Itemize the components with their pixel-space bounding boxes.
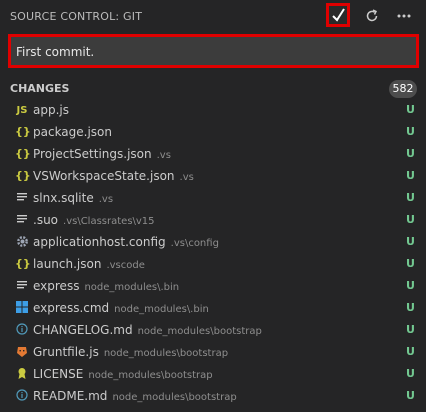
file-row[interactable]: README.md node_modules\bootstrap U bbox=[0, 385, 426, 407]
file-status-badge: U bbox=[406, 367, 415, 380]
file-status-badge: U bbox=[406, 169, 415, 182]
file-status-badge: U bbox=[406, 301, 415, 314]
file-name: CHANGELOG.md node_modules\bootstrap bbox=[33, 323, 262, 337]
file-row[interactable]: express.cmd node_modules\.bin U bbox=[0, 297, 426, 319]
file-name-text: Gruntfile.js bbox=[33, 345, 99, 359]
file-name-text: package.json bbox=[33, 125, 113, 139]
file-name-text: applicationhost.config bbox=[33, 235, 166, 249]
file-name: VSWorkspaceState.json .vs bbox=[33, 169, 194, 183]
file-row[interactable]: express node_modules\.bin U bbox=[0, 275, 426, 297]
file-name-text: ProjectSettings.json bbox=[33, 147, 152, 161]
file-name: README.md node_modules\bootstrap bbox=[33, 389, 237, 403]
file-path: node_modules\bootstrap bbox=[112, 392, 237, 403]
file-name: ProjectSettings.json .vs bbox=[33, 147, 171, 161]
file-name: app.js bbox=[33, 103, 69, 117]
refresh-button[interactable] bbox=[363, 7, 381, 25]
file-path: node_modules\bootstrap bbox=[88, 370, 213, 381]
file-status-badge: U bbox=[406, 103, 415, 116]
file-row[interactable]: {} VSWorkspaceState.json .vs U bbox=[0, 165, 426, 187]
file-path: .vs bbox=[156, 150, 171, 161]
file-path: node_modules\.bin bbox=[84, 282, 180, 293]
text-lines-icon bbox=[15, 279, 29, 293]
file-name: package.json bbox=[33, 125, 112, 139]
file-name-text: LICENSE bbox=[33, 367, 84, 381]
file-row[interactable]: applicationhost.config .vs\config U bbox=[0, 231, 426, 253]
file-name-text: express bbox=[33, 279, 80, 293]
license-icon bbox=[15, 367, 29, 381]
file-row[interactable]: slnx.sqlite .vs U bbox=[0, 187, 426, 209]
file-name-text: slnx.sqlite bbox=[33, 191, 94, 205]
file-row[interactable]: CHANGELOG.md node_modules\bootstrap U bbox=[0, 319, 426, 341]
file-name: launch.json .vscode bbox=[33, 257, 145, 271]
json-icon: {} bbox=[15, 147, 31, 160]
source-control-header: SOURCE CONTROL: GIT bbox=[0, 0, 426, 35]
commit-message-input[interactable] bbox=[16, 43, 396, 61]
gear-icon bbox=[15, 235, 29, 249]
changes-section-header[interactable]: CHANGES 582 bbox=[0, 79, 426, 99]
file-path: .vs bbox=[179, 172, 194, 183]
refresh-icon bbox=[366, 9, 378, 22]
file-status-badge: U bbox=[406, 257, 415, 270]
file-row[interactable]: JS app.js U bbox=[0, 99, 426, 121]
json-icon: {} bbox=[15, 169, 31, 182]
ellipsis-icon bbox=[397, 14, 411, 18]
json-icon: {} bbox=[15, 125, 31, 138]
windows-icon bbox=[15, 301, 29, 315]
file-name: express node_modules\.bin bbox=[33, 279, 179, 293]
more-actions-button[interactable] bbox=[395, 7, 413, 25]
info-icon bbox=[15, 389, 29, 403]
checkmark-icon bbox=[332, 8, 345, 22]
file-path: node_modules\bootstrap bbox=[137, 326, 262, 337]
file-row[interactable]: {} package.json U bbox=[0, 121, 426, 143]
info-icon bbox=[15, 323, 29, 337]
file-path: node_modules\.bin bbox=[114, 304, 209, 315]
file-name: express.cmd node_modules\.bin bbox=[33, 301, 209, 315]
file-status-badge: U bbox=[406, 125, 415, 138]
file-status-badge: U bbox=[406, 279, 415, 292]
file-status-badge: U bbox=[406, 345, 415, 358]
file-path: .vscode bbox=[106, 260, 145, 271]
file-name: .suo .vs\Classrates\v15 bbox=[33, 213, 155, 227]
file-name-text: launch.json bbox=[33, 257, 102, 271]
file-name: LICENSE node_modules\bootstrap bbox=[33, 367, 213, 381]
file-status-badge: U bbox=[406, 235, 415, 248]
text-lines-icon bbox=[15, 213, 29, 227]
file-row[interactable]: {} ProjectSettings.json .vs U bbox=[0, 143, 426, 165]
file-path: .vs\Classrates\v15 bbox=[63, 216, 155, 227]
file-row[interactable]: .suo .vs\Classrates\v15 U bbox=[0, 209, 426, 231]
file-name: applicationhost.config .vs\config bbox=[33, 235, 219, 249]
file-name-text: .suo bbox=[33, 213, 59, 227]
file-row[interactable]: Gruntfile.js node_modules\bootstrap U bbox=[0, 341, 426, 363]
text-lines-icon bbox=[15, 191, 29, 205]
file-status-badge: U bbox=[406, 213, 415, 226]
commit-button[interactable] bbox=[326, 3, 350, 27]
file-status-badge: U bbox=[406, 191, 415, 204]
panel-title: SOURCE CONTROL: GIT bbox=[10, 10, 143, 23]
file-name: Gruntfile.js node_modules\bootstrap bbox=[33, 345, 228, 359]
file-name-text: CHANGELOG.md bbox=[33, 323, 133, 337]
file-status-badge: U bbox=[406, 147, 415, 160]
file-row[interactable]: LICENSE node_modules\bootstrap U bbox=[0, 363, 426, 385]
changes-count-badge: 582 bbox=[389, 80, 417, 98]
js-icon: JS bbox=[16, 105, 28, 116]
grunt-icon bbox=[15, 345, 29, 359]
file-name: slnx.sqlite .vs bbox=[33, 191, 113, 205]
file-path: node_modules\bootstrap bbox=[103, 348, 229, 359]
file-status-badge: U bbox=[406, 389, 415, 402]
file-path: .vs\config bbox=[170, 238, 219, 249]
commit-message-box[interactable] bbox=[8, 34, 419, 68]
file-name-text: VSWorkspaceState.json bbox=[33, 169, 175, 183]
file-path: .vs bbox=[98, 194, 114, 205]
file-status-badge: U bbox=[406, 323, 415, 336]
file-name-text: README.md bbox=[33, 389, 108, 403]
json-icon: {} bbox=[15, 257, 31, 270]
changes-title: CHANGES bbox=[10, 82, 70, 95]
file-name-text: app.js bbox=[33, 103, 69, 117]
file-name-text: express.cmd bbox=[33, 301, 110, 315]
file-row[interactable]: {} launch.json .vscode U bbox=[0, 253, 426, 275]
